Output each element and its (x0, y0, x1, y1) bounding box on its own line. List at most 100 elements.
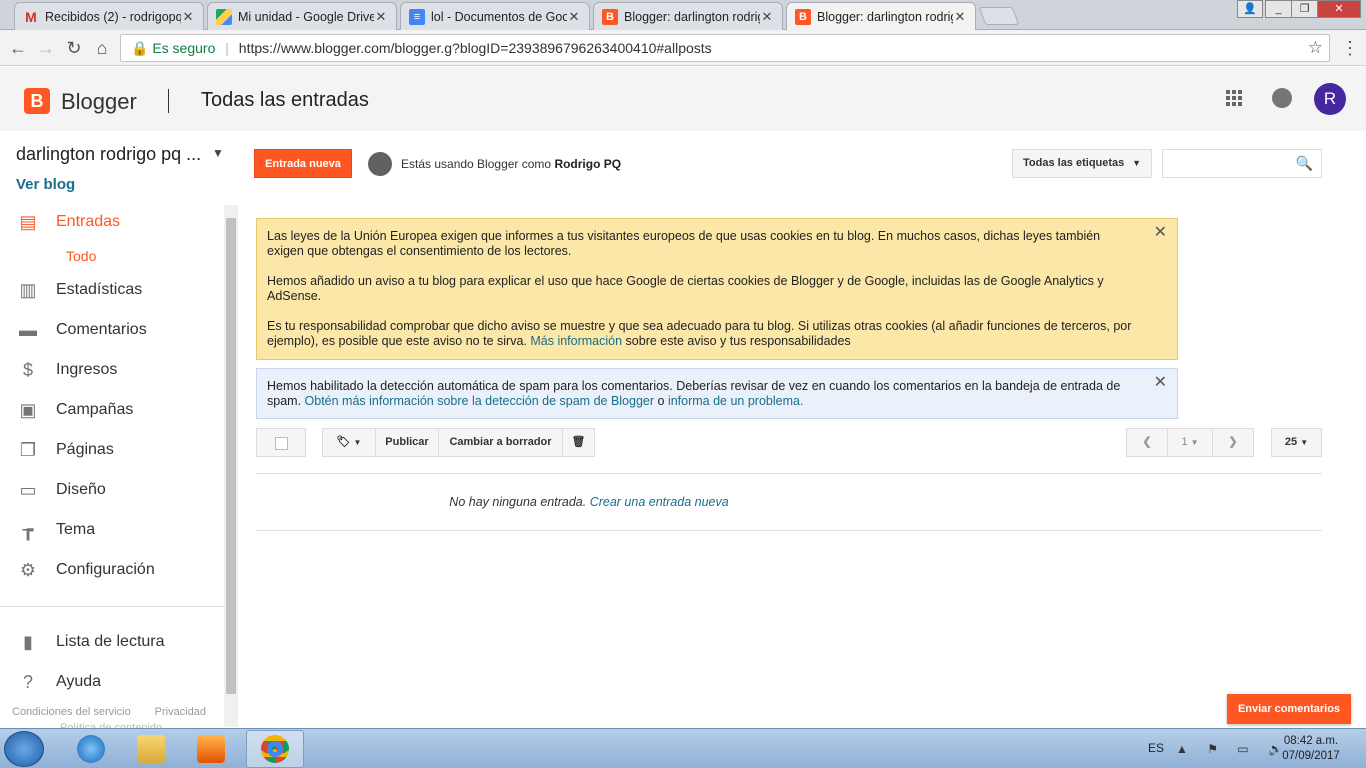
sidebar-item-ayuda[interactable]: ? Ayuda (0, 662, 224, 702)
scrollbar-thumb[interactable] (226, 218, 236, 694)
publish-button[interactable]: Publicar (375, 428, 439, 457)
tab-title: Mi unidad - Google Drive (238, 9, 374, 24)
view-blog-link[interactable]: Ver blog (16, 176, 75, 193)
close-icon[interactable]: ✕ (1154, 225, 1167, 241)
apps-grid-icon[interactable] (1226, 90, 1242, 106)
send-feedback-button[interactable]: Enviar comentarios (1227, 694, 1351, 724)
forward-arrow-icon[interactable]: → (34, 36, 58, 60)
sidebar-item-entradas[interactable]: ▤ Entradas (0, 202, 224, 242)
drive-icon (216, 8, 232, 25)
report-problem-link[interactable]: informa de un problema. (668, 394, 804, 408)
sidebar-item-label: Estadísticas (56, 281, 143, 298)
new-tab-button[interactable] (978, 7, 1020, 25)
select-all-checkbox[interactable] (256, 428, 306, 457)
browser-tab-gmail[interactable]: M Recibidos (2) - rodrigopq ✕ (14, 2, 204, 30)
more-info-link[interactable]: Más información (530, 334, 622, 348)
home-icon[interactable]: ⌂ (90, 36, 114, 60)
avatar[interactable]: R (1314, 83, 1346, 115)
caret-down-icon[interactable]: ▼ (212, 146, 224, 160)
back-arrow-icon[interactable]: ← (6, 36, 30, 60)
bookmark-star-icon[interactable]: ☆ (1308, 35, 1323, 61)
explorer-folder-icon[interactable] (124, 731, 178, 767)
sidebar-subitem-todo[interactable]: Todo (66, 248, 96, 264)
page-title: Todas las entradas (201, 89, 369, 111)
list-divider (256, 473, 1322, 474)
sidebar-item-diseno[interactable]: ▭ Diseño (0, 470, 224, 510)
help-icon: ? (22, 672, 33, 692)
close-icon[interactable]: ✕ (1154, 375, 1167, 391)
sidebar-item-ingresos[interactable]: $ Ingresos (0, 350, 224, 390)
clock[interactable]: 08:42 a.m. 07/09/2017 (1278, 734, 1344, 764)
new-post-button[interactable]: Entrada nueva (254, 149, 352, 178)
blog-selector[interactable]: darlington rodrigo pq ... (16, 144, 201, 165)
browser-tab-drive[interactable]: Mi unidad - Google Drive ✕ (207, 2, 397, 30)
eu-cookie-notice: Las leyes de la Unión Europea exigen que… (256, 218, 1178, 360)
url-input[interactable]: 🔒 Es seguro | https://www.blogger.com/bl… (120, 34, 1330, 62)
app-header: B Blogger Todas las entradas R (0, 67, 1366, 131)
notifications-bell-icon[interactable] (1272, 88, 1292, 108)
browser-tab-blogger-active[interactable]: B Blogger: darlington rodrig ✕ (786, 2, 976, 31)
ie-icon[interactable] (64, 731, 118, 767)
search-input[interactable]: 🔍 (1162, 149, 1322, 178)
sidebar-nav: ▤ Entradas ▥ Estadísticas ▬ Comentarios … (0, 202, 238, 728)
close-window-button[interactable]: ✕ (1317, 0, 1361, 18)
media-player-icon[interactable] (184, 731, 238, 767)
spam-notice: Hemos habilitado la detección automática… (256, 368, 1178, 419)
sidebar-item-estadisticas[interactable]: ▥ Estadísticas (0, 270, 224, 310)
sidebar-item-lista-de-lectura[interactable]: ▮ Lista de lectura (0, 622, 224, 662)
next-page-button[interactable]: ❯ (1212, 428, 1254, 457)
chrome-menu-icon[interactable]: ⋮ (1338, 36, 1362, 60)
prev-page-button[interactable]: ❮ (1126, 428, 1168, 457)
sidebar-item-tema[interactable]: ┲ Tema (0, 510, 224, 550)
using-user: Rodrigo PQ (554, 157, 622, 171)
sidebar-item-comentarios[interactable]: ▬ Comentarios (0, 310, 224, 350)
restore-button[interactable]: ❐ (1291, 0, 1317, 18)
sidebar-item-campanas[interactable]: ▣ Campañas (0, 390, 224, 430)
chrome-icon[interactable] (248, 731, 302, 767)
label-menu-button[interactable]: 🏷 ▼ (322, 428, 376, 457)
close-tab-icon[interactable]: ✕ (181, 9, 195, 25)
browser-tab-docs[interactable]: ≡ lol - Documentos de Goo ✕ (400, 2, 590, 30)
bookmark-icon: ▮ (23, 632, 33, 652)
labels-dropdown[interactable]: Todas las etiquetas ▼ (1012, 149, 1152, 178)
sidebar-item-paginas[interactable]: ❐ Páginas (0, 430, 224, 470)
spam-info-link[interactable]: Obtén más información sobre la detección… (305, 394, 655, 408)
privacy-link[interactable]: Privacidad (155, 706, 206, 718)
notice-paragraph: Hemos añadido un aviso a tu blog para ex… (267, 274, 1104, 303)
stats-icon: ▥ (19, 280, 37, 300)
close-tab-icon[interactable]: ✕ (374, 9, 388, 25)
sidebar-item-label: Configuración (56, 561, 155, 578)
dollar-icon: $ (22, 360, 33, 380)
tag-icon: 🏷 (336, 436, 351, 448)
caret-down-icon: ▼ (1132, 158, 1141, 168)
per-page-select[interactable]: 25 ▼ (1271, 428, 1322, 457)
revert-to-draft-button[interactable]: Cambiar a borrador (438, 428, 563, 457)
close-tab-icon[interactable]: ✕ (567, 9, 581, 25)
system-tray-icons[interactable]: ▲ ⚑ ▭ 🔈 (1176, 742, 1291, 756)
page-number: 1 (1181, 436, 1188, 448)
sidebar-item-label: Comentarios (56, 321, 147, 338)
taskbar: ES ▲ ⚑ ▭ 🔈 08:42 a.m. 07/09/2017 (0, 728, 1366, 768)
sidebar-item-configuracion[interactable]: ⚙ Configuración (0, 550, 224, 590)
profile-icon[interactable]: 👤 (1237, 0, 1263, 18)
create-post-link[interactable]: Crear una entrada nueva (590, 495, 729, 509)
reload-icon[interactable]: ↻ (62, 36, 86, 60)
blogger-icon: B (795, 9, 811, 25)
windows-start-icon[interactable] (4, 731, 44, 767)
minimize-button[interactable]: _ (1265, 0, 1291, 18)
gmail-icon: M (25, 8, 37, 25)
labels-dropdown-label: Todas las etiquetas (1023, 157, 1125, 169)
trash-icon[interactable]: 🗑 (562, 428, 595, 457)
page-select[interactable]: 1 ▼ (1167, 428, 1213, 457)
browser-tab-blogger-1[interactable]: B Blogger: darlington rodrig ✕ (593, 2, 783, 30)
lock-icon: 🔒 (131, 40, 149, 56)
sidebar-item-label: Ayuda (56, 673, 102, 690)
language-indicator[interactable]: ES (1148, 741, 1164, 755)
close-tab-icon[interactable]: ✕ (760, 9, 774, 25)
blogger-icon: B (602, 8, 618, 25)
brand-name[interactable]: Blogger (61, 89, 137, 115)
close-tab-icon[interactable]: ✕ (953, 9, 967, 25)
sidebar-item-label: Tema (56, 521, 96, 538)
blogger-logo-icon[interactable]: B (24, 88, 50, 114)
terms-link[interactable]: Condiciones del servicio (12, 706, 131, 718)
